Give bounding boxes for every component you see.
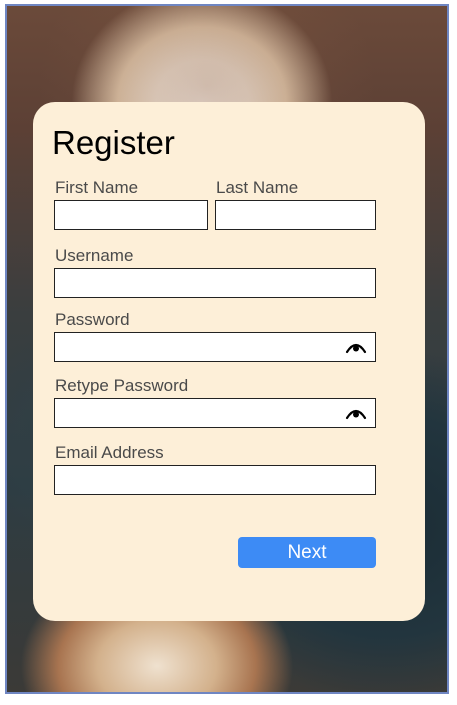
last-name-label: Last Name — [216, 178, 299, 197]
last-name-field[interactable] — [215, 200, 376, 230]
email-field[interactable] — [54, 465, 376, 495]
password-field[interactable] — [54, 332, 376, 362]
email-label: Email Address — [55, 443, 164, 462]
username-field[interactable] — [54, 268, 376, 298]
password-label: Password — [55, 310, 130, 329]
register-card: Register First Name Last Name Username P… — [33, 102, 425, 621]
username-label: Username — [55, 246, 134, 265]
retype-password-field[interactable] — [54, 398, 376, 428]
next-button[interactable]: Next — [238, 537, 376, 568]
eye-icon[interactable] — [345, 406, 367, 420]
first-name-field[interactable] — [54, 200, 208, 230]
page-title: Register — [52, 124, 175, 161]
eye-icon[interactable] — [345, 340, 367, 354]
retype-password-label: Retype Password — [55, 376, 189, 395]
first-name-label: First Name — [55, 178, 139, 197]
